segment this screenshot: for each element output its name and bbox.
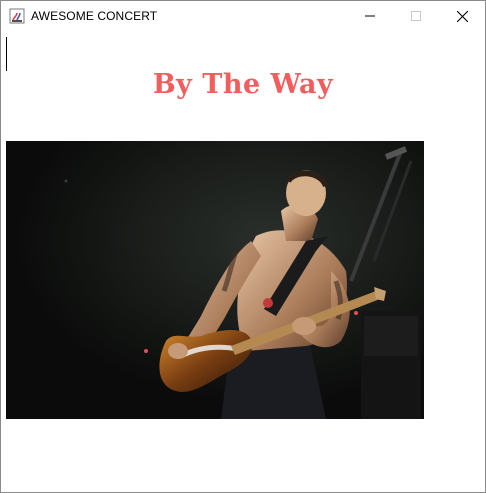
java-app-icon — [9, 8, 25, 24]
minimize-button[interactable] — [347, 1, 393, 31]
window-title: AWESOME CONCERT — [31, 9, 158, 23]
title-bar[interactable]: AWESOME CONCERT — [1, 1, 485, 31]
close-icon — [456, 10, 468, 22]
maximize-icon — [411, 11, 421, 21]
minimize-icon — [365, 15, 375, 17]
guitarist-image — [6, 141, 424, 419]
app-window: AWESOME CONCERT By The Way — [0, 0, 486, 493]
close-button[interactable] — [439, 1, 485, 31]
content-panel: By The Way — [1, 31, 485, 492]
text-caret — [6, 37, 7, 71]
maximize-button[interactable] — [393, 1, 439, 31]
song-title: By The Way — [152, 69, 334, 100]
concert-photo — [6, 141, 424, 419]
